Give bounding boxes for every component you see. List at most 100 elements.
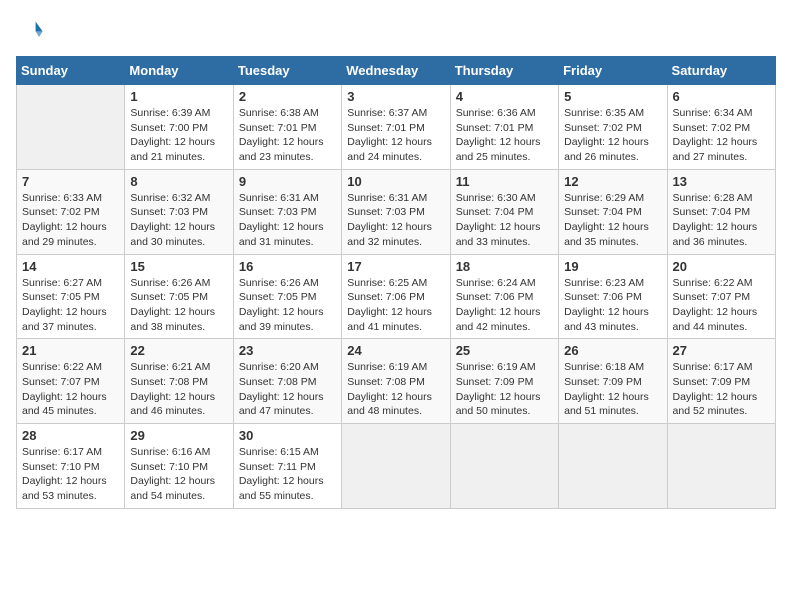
day-info: Sunrise: 6:18 AMSunset: 7:09 PMDaylight:…	[564, 360, 661, 419]
day-number: 30	[239, 428, 336, 443]
calendar-day-cell: 22 Sunrise: 6:21 AMSunset: 7:08 PMDayligh…	[125, 339, 233, 424]
day-info: Sunrise: 6:24 AMSunset: 7:06 PMDaylight:…	[456, 276, 553, 335]
weekday-header: Saturday	[667, 57, 775, 85]
calendar-day-cell: 26 Sunrise: 6:18 AMSunset: 7:09 PMDayligh…	[559, 339, 667, 424]
calendar-week-row: 28Sunrise: 6:17 AMSunset: 7:10 PMDayligh…	[17, 424, 776, 509]
calendar-table: SundayMondayTuesdayWednesdayThursdayFrid…	[16, 56, 776, 509]
day-number: 5	[564, 89, 661, 104]
day-info: Sunrise: 6:32 AMSunset: 7:03 PMDaylight:…	[130, 191, 227, 250]
calendar-day-cell: 27 Sunrise: 6:17 AMSunset: 7:09 PMDayligh…	[667, 339, 775, 424]
day-info: Sunrise: 6:22 AMSunset: 7:07 PMDaylight:…	[673, 276, 770, 335]
calendar-day-cell: 21Sunrise: 6:22 AMSunset: 7:07 PMDayligh…	[17, 339, 125, 424]
day-info: Sunrise: 6:26 AMSunset: 7:05 PMDaylight:…	[239, 276, 336, 335]
day-number: 14	[22, 259, 119, 274]
calendar-day-cell: 23 Sunrise: 6:20 AMSunset: 7:08 PMDayligh…	[233, 339, 341, 424]
day-number: 26	[564, 343, 661, 358]
day-number: 22	[130, 343, 227, 358]
calendar-day-cell: 10 Sunrise: 6:31 AMSunset: 7:03 PMDayligh…	[342, 169, 450, 254]
day-number: 24	[347, 343, 444, 358]
weekday-header: Sunday	[17, 57, 125, 85]
calendar-day-cell: 30 Sunrise: 6:15 AMSunset: 7:11 PMDayligh…	[233, 424, 341, 509]
calendar-day-cell: 19 Sunrise: 6:23 AMSunset: 7:06 PMDayligh…	[559, 254, 667, 339]
day-info: Sunrise: 6:28 AMSunset: 7:04 PMDaylight:…	[673, 191, 770, 250]
calendar-day-cell: 5 Sunrise: 6:35 AMSunset: 7:02 PMDaylight…	[559, 85, 667, 170]
calendar-day-cell: 7 Sunrise: 6:33 AMSunset: 7:02 PMDaylight…	[17, 169, 125, 254]
day-number: 4	[456, 89, 553, 104]
weekday-header-row: SundayMondayTuesdayWednesdayThursdayFrid…	[17, 57, 776, 85]
day-number: 25	[456, 343, 553, 358]
day-info: Sunrise: 6:21 AMSunset: 7:08 PMDaylight:…	[130, 360, 227, 419]
calendar-day-cell	[667, 424, 775, 509]
day-info: Sunrise: 6:31 AMSunset: 7:03 PMDaylight:…	[347, 191, 444, 250]
day-info: Sunrise: 6:22 AMSunset: 7:07 PMDaylight:…	[22, 360, 119, 419]
calendar-day-cell: 6 Sunrise: 6:34 AMSunset: 7:02 PMDaylight…	[667, 85, 775, 170]
day-info: Sunrise: 6:30 AMSunset: 7:04 PMDaylight:…	[456, 191, 553, 250]
day-info: Sunrise: 6:19 AMSunset: 7:08 PMDaylight:…	[347, 360, 444, 419]
day-info: Sunrise: 6:16 AMSunset: 7:10 PMDaylight:…	[130, 445, 227, 504]
calendar-day-cell: 1Sunrise: 6:39 AMSunset: 7:00 PMDaylight…	[125, 85, 233, 170]
day-number: 6	[673, 89, 770, 104]
calendar-day-cell: 24 Sunrise: 6:19 AMSunset: 7:08 PMDayligh…	[342, 339, 450, 424]
weekday-header: Monday	[125, 57, 233, 85]
calendar-day-cell: 13 Sunrise: 6:28 AMSunset: 7:04 PMDayligh…	[667, 169, 775, 254]
day-number: 17	[347, 259, 444, 274]
day-info: Sunrise: 6:37 AMSunset: 7:01 PMDaylight:…	[347, 106, 444, 165]
day-info: Sunrise: 6:34 AMSunset: 7:02 PMDaylight:…	[673, 106, 770, 165]
day-number: 23	[239, 343, 336, 358]
day-number: 3	[347, 89, 444, 104]
day-number: 10	[347, 174, 444, 189]
calendar-week-row: 1Sunrise: 6:39 AMSunset: 7:00 PMDaylight…	[17, 85, 776, 170]
calendar-day-cell: 11Sunrise: 6:30 AMSunset: 7:04 PMDayligh…	[450, 169, 558, 254]
day-info: Sunrise: 6:19 AMSunset: 7:09 PMDaylight:…	[456, 360, 553, 419]
calendar-day-cell: 8 Sunrise: 6:32 AMSunset: 7:03 PMDaylight…	[125, 169, 233, 254]
day-info: Sunrise: 6:20 AMSunset: 7:08 PMDaylight:…	[239, 360, 336, 419]
day-info: Sunrise: 6:27 AMSunset: 7:05 PMDaylight:…	[22, 276, 119, 335]
day-number: 16	[239, 259, 336, 274]
calendar-day-cell: 4 Sunrise: 6:36 AMSunset: 7:01 PMDaylight…	[450, 85, 558, 170]
day-info: Sunrise: 6:15 AMSunset: 7:11 PMDaylight:…	[239, 445, 336, 504]
calendar-day-cell: 25 Sunrise: 6:19 AMSunset: 7:09 PMDayligh…	[450, 339, 558, 424]
day-number: 18	[456, 259, 553, 274]
day-number: 27	[673, 343, 770, 358]
calendar-day-cell: 15 Sunrise: 6:26 AMSunset: 7:05 PMDayligh…	[125, 254, 233, 339]
day-number: 2	[239, 89, 336, 104]
day-info: Sunrise: 6:31 AMSunset: 7:03 PMDaylight:…	[239, 191, 336, 250]
calendar-day-cell: 2 Sunrise: 6:38 AMSunset: 7:01 PMDaylight…	[233, 85, 341, 170]
calendar-day-cell	[342, 424, 450, 509]
calendar-day-cell: 9 Sunrise: 6:31 AMSunset: 7:03 PMDaylight…	[233, 169, 341, 254]
day-number: 7	[22, 174, 119, 189]
day-number: 19	[564, 259, 661, 274]
day-number: 20	[673, 259, 770, 274]
day-number: 15	[130, 259, 227, 274]
calendar-week-row: 21Sunrise: 6:22 AMSunset: 7:07 PMDayligh…	[17, 339, 776, 424]
day-info: Sunrise: 6:33 AMSunset: 7:02 PMDaylight:…	[22, 191, 119, 250]
calendar-day-cell: 29 Sunrise: 6:16 AMSunset: 7:10 PMDayligh…	[125, 424, 233, 509]
day-info: Sunrise: 6:35 AMSunset: 7:02 PMDaylight:…	[564, 106, 661, 165]
day-info: Sunrise: 6:23 AMSunset: 7:06 PMDaylight:…	[564, 276, 661, 335]
calendar-week-row: 14 Sunrise: 6:27 AMSunset: 7:05 PMDayligh…	[17, 254, 776, 339]
weekday-header: Friday	[559, 57, 667, 85]
page-header	[16, 16, 776, 44]
day-number: 12	[564, 174, 661, 189]
day-info: Sunrise: 6:38 AMSunset: 7:01 PMDaylight:…	[239, 106, 336, 165]
day-number: 9	[239, 174, 336, 189]
calendar-day-cell: 18 Sunrise: 6:24 AMSunset: 7:06 PMDayligh…	[450, 254, 558, 339]
calendar-day-cell: 17Sunrise: 6:25 AMSunset: 7:06 PMDayligh…	[342, 254, 450, 339]
calendar-day-cell	[450, 424, 558, 509]
logo	[16, 16, 48, 44]
calendar-day-cell: 12 Sunrise: 6:29 AMSunset: 7:04 PMDayligh…	[559, 169, 667, 254]
calendar-week-row: 7 Sunrise: 6:33 AMSunset: 7:02 PMDaylight…	[17, 169, 776, 254]
day-info: Sunrise: 6:29 AMSunset: 7:04 PMDaylight:…	[564, 191, 661, 250]
calendar-day-cell: 20 Sunrise: 6:22 AMSunset: 7:07 PMDayligh…	[667, 254, 775, 339]
day-info: Sunrise: 6:17 AMSunset: 7:09 PMDaylight:…	[673, 360, 770, 419]
day-info: Sunrise: 6:17 AMSunset: 7:10 PMDaylight:…	[22, 445, 119, 504]
day-number: 8	[130, 174, 227, 189]
calendar-day-cell: 16 Sunrise: 6:26 AMSunset: 7:05 PMDayligh…	[233, 254, 341, 339]
day-number: 13	[673, 174, 770, 189]
weekday-header: Thursday	[450, 57, 558, 85]
day-number: 1	[130, 89, 227, 104]
day-info: Sunrise: 6:26 AMSunset: 7:05 PMDaylight:…	[130, 276, 227, 335]
calendar-day-cell	[559, 424, 667, 509]
day-number: 29	[130, 428, 227, 443]
day-info: Sunrise: 6:36 AMSunset: 7:01 PMDaylight:…	[456, 106, 553, 165]
